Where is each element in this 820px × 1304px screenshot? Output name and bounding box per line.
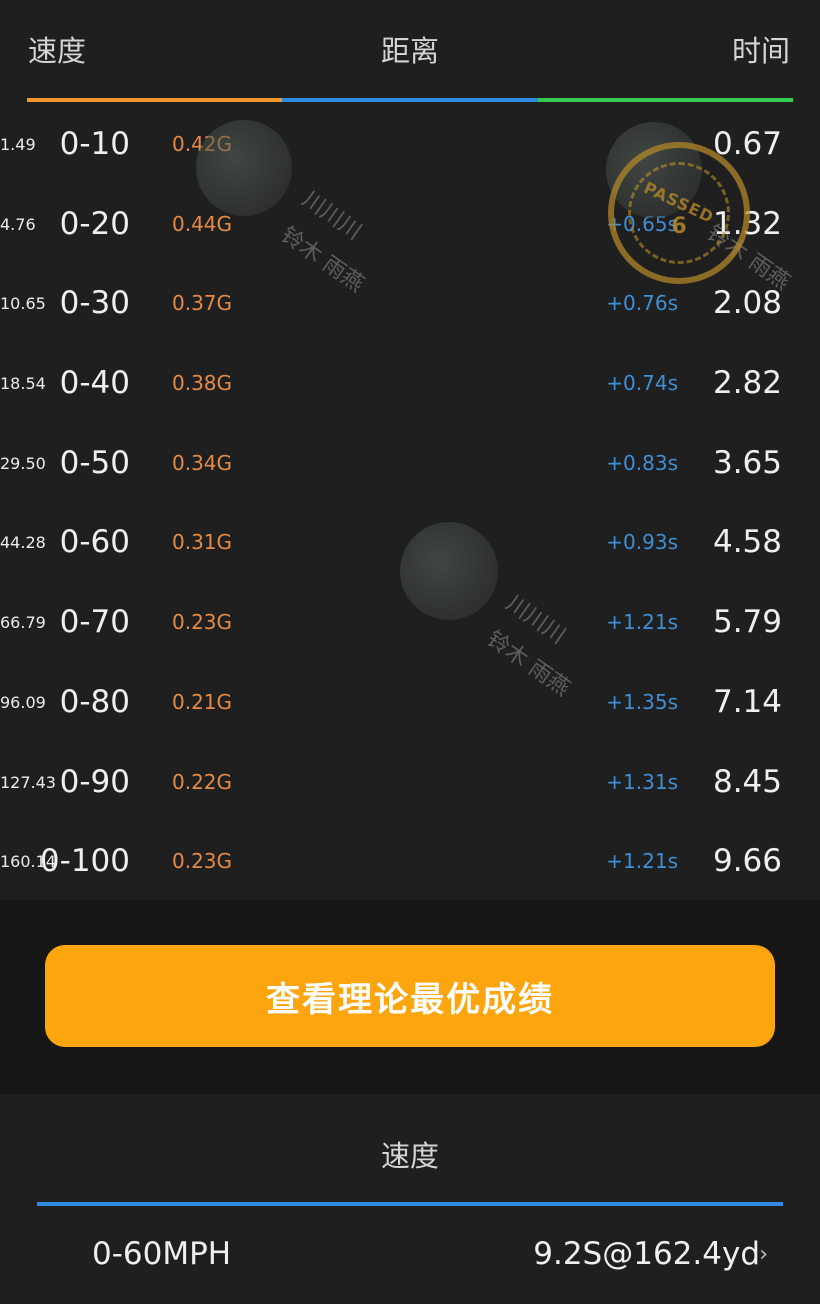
time-value: 8.45 (712, 763, 782, 800)
time-delta: +1.31s (606, 769, 678, 794)
distance-value: 18.54 (0, 374, 46, 394)
g-force-value: 0.38G (172, 371, 233, 396)
time-value: 2.82 (712, 365, 782, 402)
time-delta: +0.93s (606, 530, 678, 555)
tab-indicator (27, 98, 793, 102)
summary-tab-speed[interactable]: 速度 (0, 1133, 820, 1175)
time-delta: +0.76s (606, 291, 678, 316)
table-row: 0-100 0.23G 160.14 +1.21s 9.66 (0, 822, 820, 902)
distance-value: 160.14 (0, 852, 56, 872)
table-row: 0-60 0.31G 44.28 +0.93s 4.58 (0, 503, 820, 583)
table-row: 0-80 0.21G 96.09 +1.35s 7.14 (0, 663, 820, 743)
speed-range: 0-30 (59, 285, 130, 322)
time-value: 0.67 (712, 126, 782, 162)
tab-indicator-speed (27, 98, 283, 102)
speed-range: 0-20 (59, 205, 130, 242)
g-force-value: 0.23G (172, 849, 233, 874)
g-force-value: 0.21G (172, 689, 233, 714)
summary-panel (0, 1094, 820, 1304)
time-value: 3.65 (712, 444, 782, 481)
table-row: 0-70 0.23G 66.79 +1.21s 5.79 (0, 583, 820, 663)
tab-time[interactable]: 时间 (732, 28, 790, 70)
g-force-value: 0.23G (172, 610, 233, 635)
g-force-value: 0.31G (172, 530, 233, 555)
chevron-right-icon[interactable]: › (759, 1242, 768, 1267)
table-row: 0-90 0.22G 127.43 +1.31s 8.45 (0, 743, 820, 823)
time-value: 5.79 (712, 604, 782, 641)
time-delta: +0.74s (606, 371, 678, 396)
table-row: 0-30 0.37G 10.65 +0.76s 2.08 (0, 264, 820, 344)
time-delta: +1.21s (606, 849, 678, 874)
g-force-value: 0.22G (172, 769, 233, 794)
tab-indicator-time (537, 98, 793, 102)
time-value: 2.08 (712, 285, 782, 322)
time-delta: +1.21s (606, 610, 678, 635)
time-delta: +0.83s (606, 450, 678, 475)
g-force-value: 0.34G (172, 450, 233, 475)
speed-range: 0-70 (59, 604, 130, 641)
time-value: 4.58 (712, 524, 782, 561)
distance-value: 44.28 (0, 533, 46, 553)
distance-value: 66.79 (0, 613, 46, 633)
table-row: 0-20 0.44G 4.76 +0.65s 1.32 (0, 185, 820, 265)
view-best-results-button[interactable]: 查看理论最优成绩 (45, 945, 775, 1047)
speed-range: 0-90 (59, 763, 130, 800)
time-delta: +1.35s (606, 689, 678, 714)
speed-range: 0-60 (59, 524, 130, 561)
g-force-value: 0.37G (172, 291, 233, 316)
distance-value: 10.65 (0, 294, 46, 314)
speed-range: 0-40 (59, 365, 130, 402)
summary-tab-indicator (37, 1202, 783, 1206)
speed-range: 0-50 (59, 444, 130, 481)
time-value: 7.14 (712, 683, 782, 720)
acceleration-table: 0-10 0.42G 1.49 0.67 0-20 0.44G 4.76 +0.65s 1.32… (0, 105, 820, 902)
summary-row-label[interactable]: 0-60MPH (92, 1236, 231, 1272)
distance-value: 4.76 (0, 214, 36, 234)
time-value: 9.66 (712, 843, 782, 880)
distance-value: 127.43 (0, 772, 56, 792)
tab-distance[interactable]: 距离 (0, 28, 820, 70)
table-row: 0-50 0.34G 29.50 +0.83s 3.65 (0, 424, 820, 504)
g-force-value: 0.42G (172, 132, 233, 156)
table-row: 0-40 0.38G 18.54 +0.74s 2.82 (0, 344, 820, 424)
results-panel: 速度 距离 时间 0-10 0.42G 1.49 0.67 0-20 0.44G 4.76 +… (0, 0, 820, 900)
tab-indicator-distance (282, 98, 538, 102)
distance-value: 1.49 (0, 135, 36, 154)
distance-value: 29.50 (0, 453, 46, 473)
time-delta: +0.65s (606, 211, 678, 236)
table-row: 0-10 0.42G 1.49 0.67 (0, 105, 820, 185)
distance-value: 96.09 (0, 692, 46, 712)
summary-row-value[interactable]: 9.2S@162.4yd (533, 1236, 760, 1272)
g-force-value: 0.44G (172, 211, 233, 236)
speed-range: 0-10 (59, 126, 130, 162)
speed-range: 0-80 (59, 683, 130, 720)
time-value: 1.32 (712, 205, 782, 242)
